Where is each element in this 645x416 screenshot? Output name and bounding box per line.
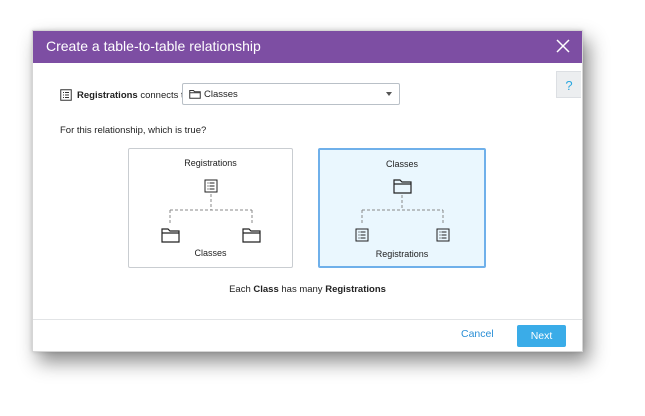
folder-icon bbox=[242, 228, 261, 243]
help-button[interactable]: ? bbox=[556, 71, 581, 98]
relationship-dialog: Create a table-to-table relationship ? R… bbox=[32, 30, 583, 352]
option-classes-has-many-registrations[interactable]: Classes Registrations bbox=[318, 148, 486, 268]
summary-parent: Class bbox=[253, 284, 279, 295]
table-icon bbox=[60, 89, 72, 101]
table-icon bbox=[436, 228, 450, 242]
close-icon[interactable] bbox=[552, 35, 574, 57]
folder-icon bbox=[189, 90, 201, 99]
folder-icon bbox=[161, 228, 180, 243]
summary-prefix: Each bbox=[229, 284, 251, 295]
option-child-label: Classes bbox=[194, 248, 227, 258]
option-child-label: Registrations bbox=[375, 249, 429, 259]
target-table-select[interactable]: Classes bbox=[182, 83, 400, 105]
source-table-name: Registrations bbox=[77, 89, 138, 101]
option-registrations-has-many-classes[interactable]: Registrations Classes bbox=[128, 148, 293, 268]
chevron-down-icon bbox=[386, 92, 392, 96]
footer-divider bbox=[33, 319, 582, 320]
cancel-button[interactable]: Cancel bbox=[461, 328, 494, 340]
selected-table-value: Classes bbox=[204, 89, 238, 100]
relationship-question: For this relationship, which is true? bbox=[60, 125, 207, 136]
table-icon bbox=[355, 228, 369, 242]
relationship-summary: Each Class has many Registrations bbox=[33, 284, 582, 295]
dialog-titlebar: Create a table-to-table relationship bbox=[33, 31, 582, 63]
summary-child: Registrations bbox=[325, 284, 386, 295]
table-icon bbox=[204, 179, 218, 193]
connect-row: Registrations connects to bbox=[60, 83, 189, 107]
folder-icon bbox=[393, 179, 412, 194]
summary-middle: has many bbox=[281, 284, 323, 295]
next-button[interactable]: Next bbox=[517, 325, 566, 347]
dialog-title: Create a table-to-table relationship bbox=[46, 38, 261, 54]
